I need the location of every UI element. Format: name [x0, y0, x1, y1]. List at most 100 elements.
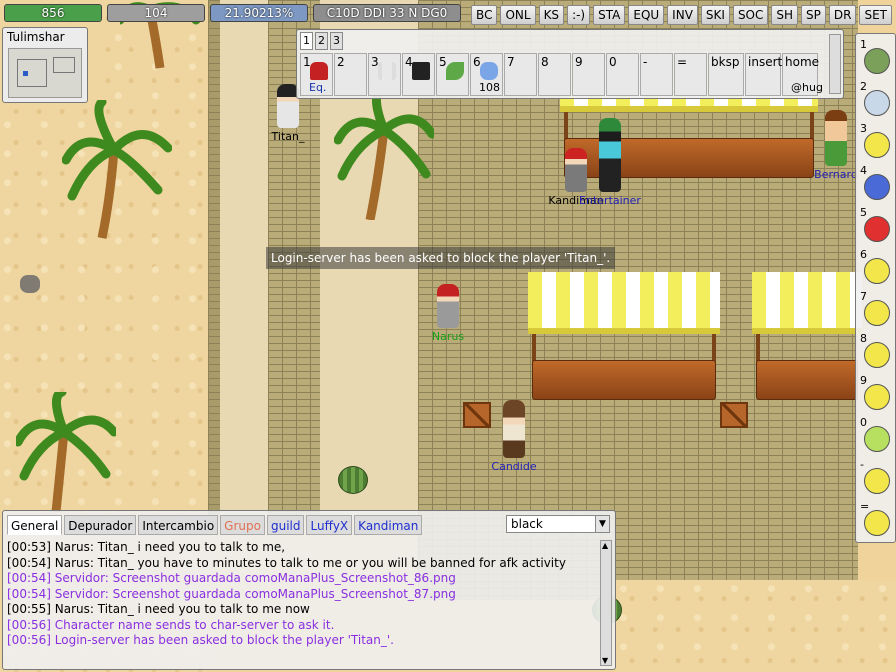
npc-name-entertainer: Entertainer	[579, 194, 641, 207]
window-toolbar: BC ONL KS:-) STA EQU INV SKI SOC SH SP DR SET	[471, 5, 892, 25]
npc-candide[interactable]: Candide	[486, 400, 542, 473]
chat-scrollbar[interactable]: ▲ ▼	[600, 540, 612, 666]
emote-slot[interactable]: 2	[858, 80, 896, 118]
server-notice: Login-server has been asked to block the…	[266, 247, 616, 269]
minimap[interactable]: Tulimshar	[2, 27, 88, 103]
window-tab-button[interactable]: DR	[828, 5, 857, 25]
emote-slot[interactable]: 9	[858, 374, 896, 412]
desert-sand-bottom	[616, 580, 896, 672]
emote-slot[interactable]: =	[858, 500, 896, 538]
chat-tab[interactable]: Depurador	[64, 515, 137, 535]
money-bar: C10D DDI 33 N DG0	[313, 4, 461, 22]
chat-color-value: black	[511, 517, 543, 531]
chat-tab[interactable]: Intercambio	[138, 515, 219, 535]
window-tab-button[interactable]: BC	[471, 5, 498, 25]
sand-road	[220, 0, 270, 520]
shortcut-slot[interactable]: 7	[504, 53, 537, 96]
emote-slot-key: 6	[860, 248, 867, 261]
emote-slot[interactable]: 1	[858, 38, 896, 76]
shortcut-slot-key: home	[785, 55, 820, 69]
shortcut-scrollbar[interactable]	[829, 34, 841, 94]
emote-slot[interactable]: -	[858, 458, 896, 496]
shortcut-slot-key: bksp	[711, 55, 740, 69]
shortcut-slot[interactable]: bksp	[708, 53, 744, 96]
shortcut-slot[interactable]: 1 Eq.	[300, 53, 333, 96]
shortcut-slot[interactable]: 4	[402, 53, 435, 96]
shortcut-slot-label: @hug	[791, 81, 823, 94]
window-tab-button[interactable]: INV	[667, 5, 698, 25]
emote-slot[interactable]: 4	[858, 164, 896, 202]
shortcut-slot[interactable]: =	[674, 53, 707, 96]
emote-slot[interactable]: 8	[858, 332, 896, 370]
smiley-face-icon	[864, 258, 890, 284]
shortcut-slot-label: 108	[479, 81, 500, 94]
emote-slot[interactable]: 7	[858, 290, 896, 328]
window-tab-button[interactable]: SOC	[732, 5, 769, 25]
emote-slot[interactable]: 5	[858, 206, 896, 244]
window-tab-button[interactable]: SP	[801, 5, 826, 25]
window-tab-button[interactable]: SET	[859, 5, 892, 25]
window-tab-button[interactable]: KS	[538, 5, 565, 25]
chat-tab[interactable]: LuffyX	[306, 515, 353, 535]
chat-window[interactable]: General Depurador Intercambio Grupo guild Luf…	[2, 510, 616, 670]
chat-line: [00:56] Login-server has been asked to b…	[7, 633, 394, 647]
gm-cap-icon	[310, 62, 328, 80]
shortcut-slot[interactable]: home @hug	[782, 53, 823, 96]
scroll-up-icon[interactable]: ▲	[602, 541, 608, 550]
shortcut-tab[interactable]: 1	[300, 32, 313, 50]
emote-shortcut-window[interactable]: 1 2 3 4 5 6 7 8 9 0 - =	[855, 33, 896, 543]
emote-slot[interactable]: 6	[858, 248, 896, 286]
smiley-face-icon	[864, 132, 890, 158]
shortcut-slot[interactable]: -	[640, 53, 673, 96]
shortcut-slot[interactable]: 9	[572, 53, 605, 96]
chat-line: [00:54] Servidor: Screenshot guardada co…	[7, 571, 456, 585]
emote-slot-key: 4	[860, 164, 867, 177]
shortcut-slot[interactable]: 5	[436, 53, 469, 96]
window-tab-button[interactable]: SKI	[700, 5, 730, 25]
market-stall-left	[528, 272, 720, 400]
scroll-down-icon[interactable]: ▼	[602, 656, 608, 665]
herb-icon	[446, 62, 464, 80]
shortcut-slot[interactable]: 6 108	[470, 53, 503, 96]
chat-tab[interactable]: General	[7, 515, 63, 535]
window-tab-button[interactable]: EQU	[628, 5, 665, 25]
chat-tab[interactable]: Grupo	[220, 515, 265, 535]
desert-rock	[20, 275, 40, 293]
chat-tab[interactable]: guild	[266, 515, 305, 535]
shortcut-slot-key: -	[643, 55, 648, 69]
smiley-face-icon	[864, 384, 890, 410]
shortcut-slot[interactable]: insert	[745, 53, 782, 96]
shortcut-slot[interactable]: 3	[368, 53, 401, 96]
shortcut-tab[interactable]: 3	[330, 32, 343, 50]
player-narus[interactable]: Narus	[426, 284, 470, 343]
window-tab-button[interactable]: :-)	[567, 5, 591, 25]
emote-slot[interactable]: 3	[858, 122, 896, 160]
shortcut-slot[interactable]: 2	[334, 53, 367, 96]
shortcut-tab[interactable]: 2	[315, 32, 328, 50]
chat-color-select[interactable]: black ▼	[506, 515, 610, 533]
palm-tree	[334, 90, 434, 220]
window-tab-button[interactable]: ONL	[500, 5, 536, 25]
emote-slot-key: 1	[860, 38, 867, 51]
round-cactus	[338, 466, 368, 494]
shortcut-slot[interactable]: 8	[538, 53, 571, 96]
player-name-titan: Titan_	[271, 130, 305, 143]
chat-tab[interactable]: Kandiman	[354, 515, 423, 535]
chat-line: [00:55] Narus: Titan_ i need you to talk…	[7, 602, 310, 616]
item-shortcut-window[interactable]: 123 1 Eq. 2 3 4 5 6 108 7 8 9 0- = bksp insert home @hug	[296, 29, 844, 99]
minimap-title: Tulimshar	[7, 30, 65, 44]
emote-slot-key: 8	[860, 332, 867, 345]
window-tab-button[interactable]: SH	[771, 5, 799, 25]
shortcut-slot[interactable]: 0	[606, 53, 639, 96]
mp-bar: 104	[107, 4, 205, 22]
emote-slot[interactable]: 0	[858, 416, 896, 454]
shortcut-slot-label: Eq.	[309, 81, 327, 94]
window-tab-button[interactable]: STA	[593, 5, 626, 25]
npc-entertainer[interactable]: Entertainer	[570, 118, 650, 207]
shortcut-tabs: 123	[300, 32, 343, 50]
smiley-face-icon	[864, 468, 890, 494]
chevron-down-icon[interactable]: ▼	[595, 516, 609, 532]
shortcut-slot-key: 9	[575, 55, 583, 69]
bunny-ears-icon	[378, 62, 396, 80]
potion-icon	[480, 62, 498, 80]
